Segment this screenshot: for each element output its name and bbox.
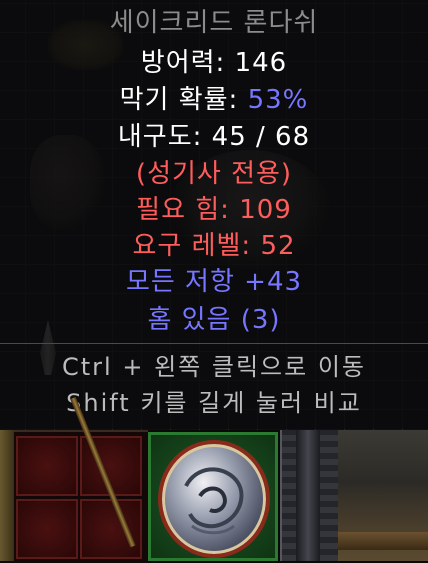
- ctrl-click-hint: Ctrl + 왼쪽 클릭으로 이동: [62, 353, 366, 381]
- block-chance-stat: 막기 확률: 53%: [0, 83, 428, 117]
- defense-stat: 방어력: 146: [140, 48, 288, 78]
- block-chance-label: 막기 확률:: [119, 85, 248, 115]
- required-strength: 필요 힘: 109: [136, 195, 292, 225]
- shift-compare-hint: Shift 키를 길게 눌러 비교: [66, 389, 362, 417]
- window-frame-pillar: [296, 430, 320, 561]
- durability-stat: 내구도: 45 / 68: [117, 122, 311, 152]
- item-tooltip: 세이크리드 론다쉬 방어력: 146 막기 확률: 53% 내구도: 45 / …: [0, 0, 428, 429]
- inventory-slots-panel: [0, 430, 148, 563]
- inventory-slot[interactable]: [16, 499, 78, 559]
- shield-item-icon[interactable]: [158, 440, 270, 558]
- inventory-slot[interactable]: [80, 499, 142, 559]
- sockets-stat: 홈 있음 (3): [147, 305, 281, 335]
- class-restriction: (성기사 전용): [135, 159, 293, 189]
- inventory-edge: [0, 430, 14, 561]
- all-resistances-stat: 모든 저항 +43: [125, 267, 303, 297]
- tooltip-divider: [0, 343, 428, 344]
- block-chance-value: 53%: [247, 85, 309, 115]
- wooden-rail: [338, 532, 428, 550]
- inventory-slot[interactable]: [16, 436, 78, 496]
- shield-emblem-icon: [184, 467, 244, 535]
- required-level: 요구 레벨: 52: [132, 231, 296, 261]
- item-name: 세이크리드 론다쉬: [109, 8, 319, 38]
